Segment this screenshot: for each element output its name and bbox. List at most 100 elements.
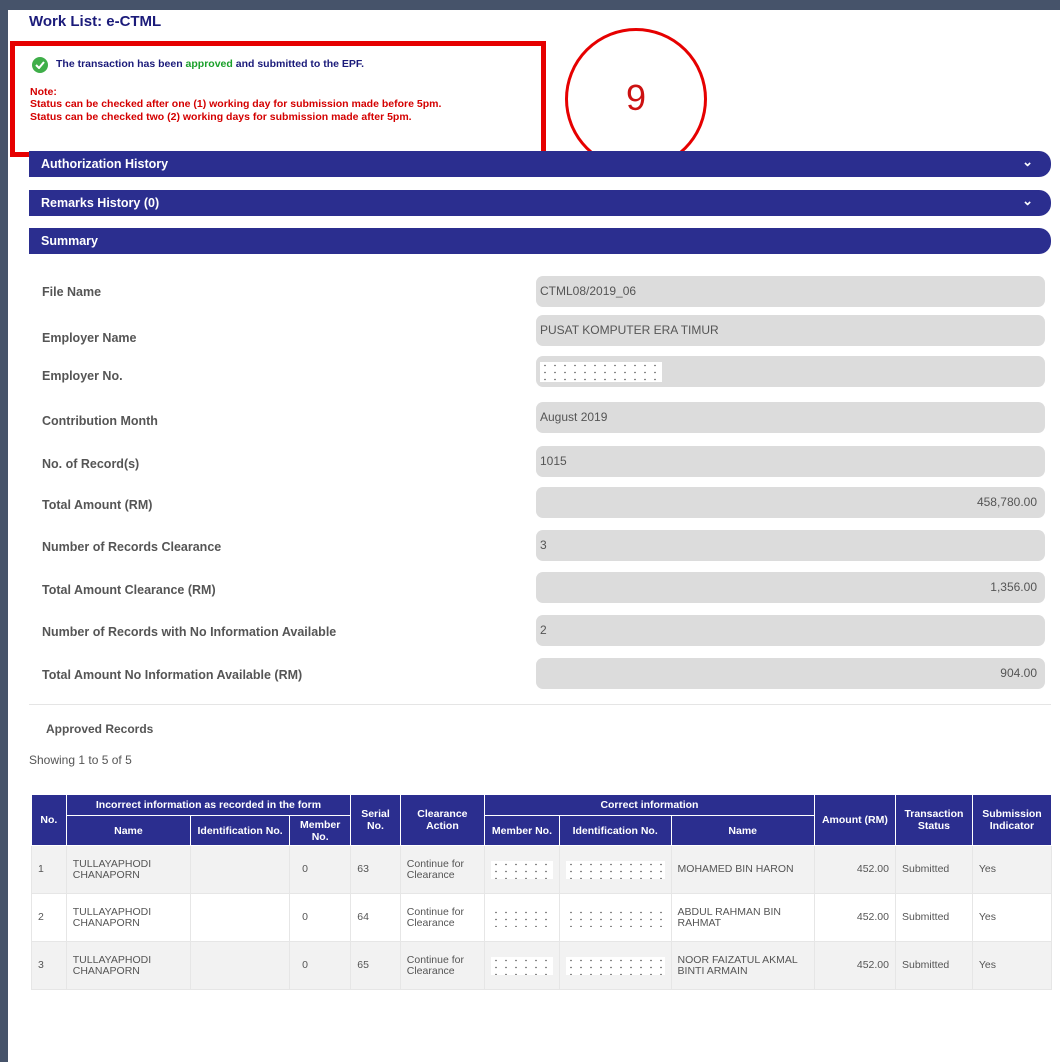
total-amount-label: Total Amount (RM) — [42, 498, 153, 512]
page-title: Work List: e-CTML — [29, 13, 162, 30]
note-line-after-5pm: Status can be checked two (2) working da… — [30, 111, 412, 123]
cell-correct-name: NOOR FAIZATUL AKMAL BINTI ARMAIN — [670, 941, 815, 990]
cell-identification-no — [190, 941, 291, 990]
amount-clearance-label: Total Amount Clearance (RM) — [42, 583, 216, 597]
cell-name: TULLAYAPHODI CHANAPORN — [65, 893, 192, 942]
cell-no: 3 — [31, 941, 67, 990]
cell-amount: 452.00 — [813, 893, 896, 942]
cell-serial-no: 64 — [350, 893, 401, 942]
cell-name: TULLAYAPHODI CHANAPORN — [65, 845, 192, 894]
col-no: No. — [31, 794, 67, 846]
authorization-history-toggle[interactable]: Authorization History ⌄ — [29, 151, 1051, 177]
table-row: 1 TULLAYAPHODI CHANAPORN 0 63 Continue f… — [31, 845, 1053, 894]
cell-correct-name: ABDUL RAHMAN BIN RAHMAT — [670, 893, 815, 942]
contribution-month-label: Contribution Month — [42, 414, 158, 428]
records-clearance-label: Number of Records Clearance — [42, 540, 222, 554]
cell-identification-no — [190, 845, 291, 894]
file-name-label: File Name — [42, 285, 102, 299]
records-clearance-field: 3 — [536, 530, 1045, 561]
employer-no-field — [536, 356, 1045, 387]
contribution-month-field: August 2019 — [536, 402, 1045, 433]
col-group-correct: Correct information — [484, 794, 815, 816]
redacted-value — [540, 362, 662, 382]
records-no-info-label: Number of Records with No Information Av… — [42, 625, 337, 639]
col-group-incorrect: Incorrect information as recorded in the… — [65, 794, 352, 816]
col-correct-name: Name — [670, 815, 815, 846]
check-circle-icon — [32, 57, 48, 73]
cell-amount: 452.00 — [813, 845, 896, 894]
cell-serial-no: 63 — [350, 845, 401, 894]
col-member-no: Member No. — [289, 815, 352, 846]
approved-records-title: Approved Records — [46, 722, 154, 736]
employer-name-field: PUSAT KOMPUTER ERA TIMUR — [536, 315, 1045, 346]
success-message-prefix: The transaction has been — [56, 58, 186, 70]
redacted-value — [491, 860, 553, 879]
success-message-suffix: and submitted to the EPF. — [232, 58, 365, 70]
cell-no: 2 — [31, 893, 67, 942]
cell-clearance-action: Continue for Clearance — [399, 941, 486, 990]
cell-clearance-action: Continue for Clearance — [399, 845, 486, 894]
redacted-value — [565, 956, 665, 975]
redacted-value — [565, 908, 665, 927]
cell-submission-indicator: Yes — [971, 893, 1053, 942]
chevron-down-icon: ⌄ — [1022, 154, 1033, 169]
cell-amount: 452.00 — [813, 941, 896, 990]
total-amount-field: 458,780.00 — [536, 487, 1045, 518]
divider — [29, 704, 1051, 705]
records-field: 1015 — [536, 446, 1045, 477]
cell-correct-member-no — [484, 941, 560, 990]
amount-no-info-label: Total Amount No Information Available (R… — [42, 668, 303, 682]
amount-clearance-field: 1,356.00 — [536, 572, 1045, 603]
col-submission-indicator: Submission Indicator — [971, 794, 1053, 846]
summary-header[interactable]: Summary — [29, 228, 1051, 254]
cell-transaction-status: Submitted — [894, 941, 973, 990]
records-label: No. of Record(s) — [42, 457, 140, 471]
redacted-value — [491, 908, 553, 927]
records-no-info-field: 2 — [536, 615, 1045, 646]
cell-clearance-action: Continue for Clearance — [399, 893, 486, 942]
note-line-before-5pm: Status can be checked after one (1) work… — [30, 98, 442, 110]
cell-correct-identification-no — [558, 893, 672, 942]
cell-correct-identification-no — [558, 941, 672, 990]
step-marker: 9 — [565, 28, 707, 170]
file-name-field: CTML08/2019_06 — [536, 276, 1045, 307]
step-marker-number: 9 — [625, 77, 647, 118]
cell-no: 1 — [31, 845, 67, 894]
authorization-history-label: Authorization History — [41, 157, 169, 171]
remarks-history-toggle[interactable]: Remarks History (0) ⌄ — [29, 190, 1051, 216]
approved-records-table: No. Incorrect information as recorded in… — [31, 794, 1053, 990]
table-row: 2 TULLAYAPHODI CHANAPORN 0 64 Continue f… — [31, 893, 1053, 942]
table-row: 3 TULLAYAPHODI CHANAPORN 0 65 Continue f… — [31, 941, 1053, 990]
cell-correct-member-no — [484, 893, 560, 942]
cell-transaction-status: Submitted — [894, 845, 973, 894]
employer-no-label: Employer No. — [42, 369, 123, 383]
work-list-page: Work List: e-CTML The transaction has be… — [8, 10, 1060, 1062]
cell-serial-no: 65 — [350, 941, 401, 990]
note-label: Note: — [30, 86, 57, 98]
approved-word: approved — [185, 58, 233, 70]
employer-name-label: Employer Name — [42, 331, 137, 345]
cell-member-no: 0 — [289, 845, 352, 894]
col-amount: Amount (RM) — [813, 794, 896, 846]
chevron-down-icon: ⌄ — [1022, 193, 1033, 208]
cell-submission-indicator: Yes — [971, 941, 1053, 990]
cell-name: TULLAYAPHODI CHANAPORN — [65, 941, 192, 990]
cell-submission-indicator: Yes — [971, 845, 1053, 894]
cell-identification-no — [190, 893, 291, 942]
amount-no-info-field: 904.00 — [536, 658, 1045, 689]
cell-transaction-status: Submitted — [894, 893, 973, 942]
col-identification-no: Identification No. — [190, 815, 291, 846]
success-message: The transaction has been approved and su… — [56, 58, 364, 70]
col-transaction-status: Transaction Status — [894, 794, 973, 846]
col-correct-member-no: Member No. — [484, 815, 560, 846]
col-correct-identification-no: Identification No. — [558, 815, 672, 846]
cell-correct-identification-no — [558, 845, 672, 894]
remarks-history-label: Remarks History (0) — [41, 196, 160, 210]
col-clearance-action: Clearance Action — [399, 794, 486, 846]
cell-member-no: 0 — [289, 941, 352, 990]
cell-correct-name: MOHAMED BIN HARON — [670, 845, 815, 894]
redacted-value — [491, 956, 553, 975]
cell-member-no: 0 — [289, 893, 352, 942]
redacted-value — [565, 860, 665, 879]
showing-count: Showing 1 to 5 of 5 — [29, 753, 132, 767]
